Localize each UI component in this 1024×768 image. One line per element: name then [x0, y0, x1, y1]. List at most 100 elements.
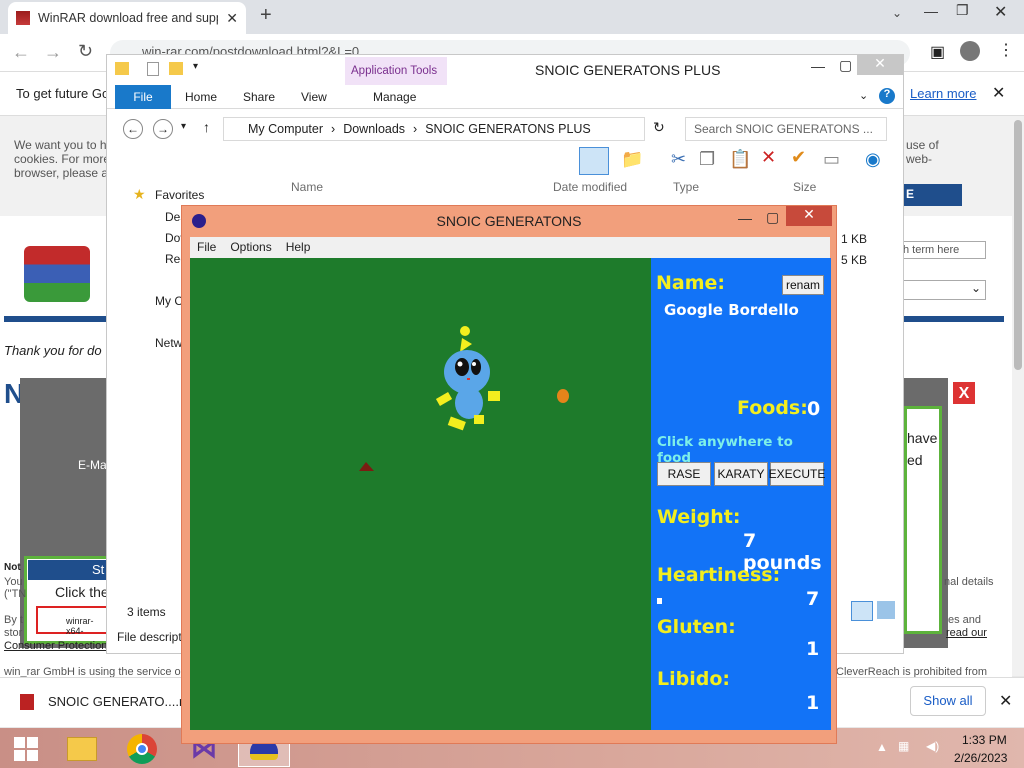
- tab-share[interactable]: Share: [231, 85, 287, 109]
- restore-icon[interactable]: ❐: [956, 2, 969, 19]
- game-maximize-icon[interactable]: ▢: [766, 209, 779, 226]
- taskbar-explorer[interactable]: [56, 730, 108, 767]
- play-field-canvas: [359, 326, 569, 471]
- explorer-back-icon[interactable]: ←: [123, 119, 143, 139]
- nav-favorites[interactable]: Favorites: [155, 188, 204, 202]
- paste-icon[interactable]: 📋: [729, 149, 751, 170]
- tiles-view-icon[interactable]: [877, 601, 895, 619]
- col-name[interactable]: Name: [291, 180, 323, 200]
- karaty-button[interactable]: KARATY: [714, 462, 768, 486]
- site-search-input[interactable]: h term here: [900, 241, 986, 259]
- infobar-close-icon[interactable]: ✕: [992, 83, 1005, 103]
- rase-button[interactable]: RASE: [657, 462, 711, 486]
- col-size[interactable]: Size: [793, 180, 816, 200]
- up-icon[interactable]: ↑: [203, 119, 210, 135]
- game-close-icon[interactable]: ✕: [786, 206, 832, 226]
- qa-folder-icon[interactable]: [115, 62, 129, 75]
- explorer-search[interactable]: Search SNOIC GENERATONS ...: [685, 117, 887, 141]
- minimize-icon[interactable]: —: [924, 3, 938, 19]
- copy-icon[interactable]: ❐: [699, 149, 715, 170]
- browser-tab[interactable]: WinRAR download free and supp ✕: [8, 2, 246, 34]
- popup-text: Click the: [55, 584, 109, 600]
- volume-icon[interactable]: ◀): [926, 739, 939, 753]
- libido-label: Libido:: [657, 668, 730, 690]
- explorer-close-icon[interactable]: ✕: [857, 55, 903, 75]
- food-fruit[interactable]: [557, 389, 569, 403]
- sidepanel-icon[interactable]: ▣: [930, 42, 945, 62]
- clock-date[interactable]: 2/26/2023: [954, 751, 1007, 765]
- popup-file-link[interactable]: winrar-x64-: [36, 606, 108, 636]
- cookie-accept-button[interactable]: E: [904, 184, 962, 206]
- properties-icon[interactable]: ▭: [823, 149, 840, 170]
- start-button[interactable]: [0, 730, 52, 767]
- heartiness-label: Heartiness:: [657, 564, 781, 586]
- menu-file[interactable]: File: [197, 240, 216, 255]
- profile-icon[interactable]: [960, 41, 980, 61]
- help-icon[interactable]: ?: [879, 88, 895, 104]
- menu-icon[interactable]: ⋮: [998, 40, 1014, 60]
- details-view-icon[interactable]: [851, 601, 873, 621]
- col-date[interactable]: Date modified: [553, 180, 627, 200]
- reload-icon[interactable]: ↻: [78, 41, 93, 62]
- show-all-button[interactable]: Show all: [910, 686, 986, 716]
- menu-options[interactable]: Options: [230, 240, 271, 255]
- tab-home[interactable]: Home: [173, 85, 229, 109]
- tab-close-icon[interactable]: ✕: [226, 10, 238, 27]
- move-icon[interactable]: 📁: [621, 149, 643, 170]
- foods-count: 0: [807, 398, 821, 420]
- read-our-link[interactable]: read our: [946, 627, 987, 639]
- rename-button[interactable]: renam: [782, 275, 824, 295]
- nav-network[interactable]: Netw: [155, 336, 182, 350]
- tab-manage[interactable]: Manage: [361, 85, 428, 109]
- clock-time[interactable]: 1:33 PM: [962, 733, 1007, 747]
- explorer-maximize-icon[interactable]: ▢: [839, 57, 852, 74]
- qa-newfolder-icon[interactable]: [169, 62, 183, 75]
- chao-sprite[interactable]: [435, 326, 500, 431]
- breadcrumb[interactable]: My Computer › Downloads › SNOIC GENERATONS…: [223, 117, 645, 141]
- play-field[interactable]: [190, 258, 651, 730]
- recent-dropdown-icon[interactable]: ▾: [181, 121, 186, 132]
- col-type[interactable]: Type: [673, 180, 699, 200]
- delete-icon[interactable]: ✕: [761, 147, 776, 168]
- by-text: By t: [4, 614, 23, 626]
- ribbon-expand-icon[interactable]: ⌄: [859, 89, 868, 102]
- breadcrumb-downloads[interactable]: Downloads: [343, 122, 405, 136]
- tab-view[interactable]: View: [289, 85, 339, 109]
- explorer-minimize-icon[interactable]: —: [811, 58, 825, 74]
- rename-check-icon[interactable]: ✔: [791, 147, 806, 168]
- new-tab-icon[interactable]: +: [260, 4, 272, 27]
- forward-icon[interactable]: →: [44, 42, 62, 63]
- tab-search-icon[interactable]: ⌄: [892, 6, 902, 20]
- game-minimize-icon[interactable]: —: [738, 210, 752, 226]
- refresh-icon[interactable]: ↻: [653, 119, 665, 136]
- email-label: E-Ma: [78, 458, 107, 472]
- qa-properties-icon[interactable]: [147, 62, 159, 76]
- tray-arrow-icon[interactable]: ▲: [876, 740, 888, 754]
- heartiness-bar-fill: [657, 598, 662, 604]
- learn-more-link[interactable]: Learn more: [910, 86, 976, 101]
- close-window-icon[interactable]: ✕: [994, 2, 1007, 22]
- cut-icon[interactable]: ✂: [671, 149, 686, 170]
- tab-file[interactable]: File: [115, 85, 171, 109]
- globe-icon[interactable]: ◉: [865, 149, 881, 170]
- food-triangle[interactable]: [359, 462, 374, 471]
- overlay-close-button[interactable]: X: [952, 381, 976, 405]
- scrollbar-thumb[interactable]: [1014, 120, 1022, 370]
- download-filename[interactable]: SNOIC GENERATO....rar: [48, 694, 195, 709]
- breadcrumb-my-computer[interactable]: My Computer: [248, 122, 323, 136]
- pet-name: Google Bordello: [664, 301, 799, 319]
- site-select[interactable]: ⌄: [900, 280, 986, 300]
- explorer-forward-icon[interactable]: →: [153, 119, 173, 139]
- execute-button[interactable]: EXECUTE: [769, 462, 825, 486]
- menu-help[interactable]: Help: [286, 240, 311, 255]
- page-scrollbar[interactable]: [1012, 116, 1024, 676]
- taskbar-chrome[interactable]: [116, 730, 168, 767]
- network-icon[interactable]: ▦: [898, 739, 909, 753]
- download-bar-close-icon[interactable]: ✕: [999, 691, 1012, 711]
- consumer-link[interactable]: Consumer Protection: [4, 640, 107, 652]
- preview-pane-icon[interactable]: [579, 147, 609, 175]
- nav-my-computer[interactable]: My C: [155, 294, 183, 308]
- breadcrumb-current[interactable]: SNOIC GENERATONS PLUS: [425, 122, 591, 136]
- qa-dropdown-icon[interactable]: ▾: [193, 61, 198, 72]
- back-icon[interactable]: ←: [12, 42, 30, 63]
